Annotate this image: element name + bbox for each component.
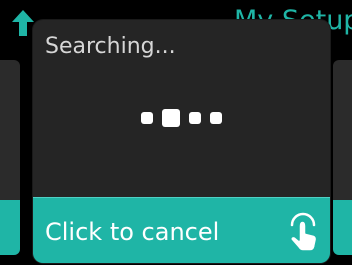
searching-dialog: Searching... Click to cancel	[33, 20, 330, 263]
progress-indicator	[33, 107, 330, 129]
background-card-right-footer	[333, 200, 352, 255]
background-card-left-footer	[0, 200, 20, 255]
progress-dot	[141, 112, 153, 124]
progress-dot-active	[162, 109, 180, 127]
progress-dot	[189, 112, 201, 124]
back-arrow-icon[interactable]	[12, 10, 34, 36]
dialog-title: Searching...	[45, 34, 176, 59]
cancel-label: Click to cancel	[45, 218, 220, 246]
touch-hand-icon	[289, 212, 318, 252]
progress-dot	[210, 112, 222, 124]
cancel-button[interactable]: Click to cancel	[33, 197, 330, 263]
